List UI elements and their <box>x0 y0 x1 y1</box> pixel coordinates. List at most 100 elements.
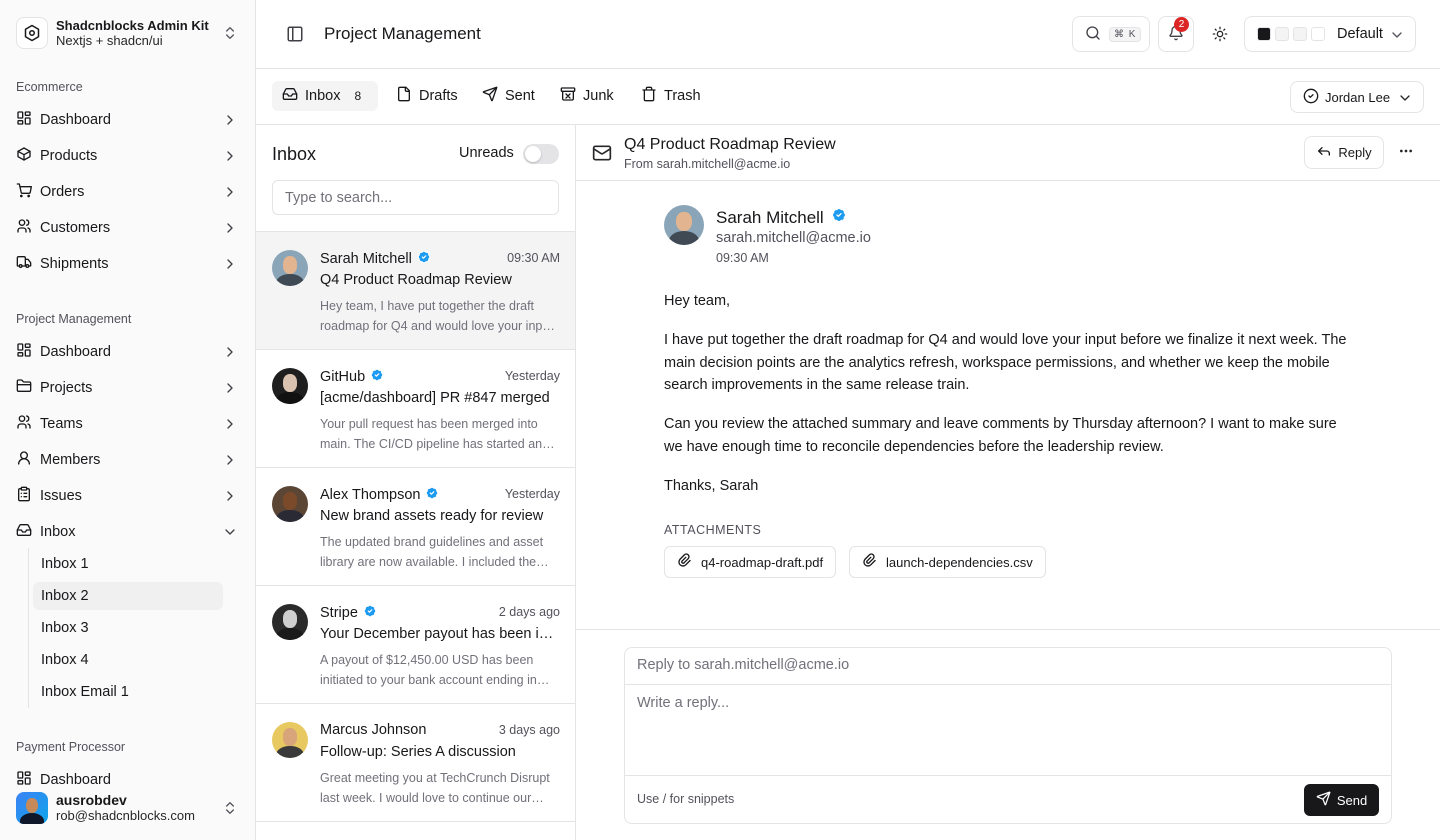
list-item[interactable]: Stripe 2 days ago Your December payout h… <box>256 585 575 703</box>
chevron-down-icon <box>1397 90 1413 109</box>
verified-badge-icon <box>831 207 847 228</box>
tab-drafts[interactable]: Drafts <box>386 81 468 111</box>
mail-list-pane: Inbox Unreads Sarah Mitchell 09:30 AM Q4… <box>256 125 576 840</box>
sidebar-item-shipments[interactable]: Shipments <box>8 248 246 280</box>
sidebar-sub-inbox-email-1[interactable]: Inbox Email 1 <box>33 678 223 706</box>
attachment-chip[interactable]: q4-roadmap-draft.pdf <box>664 546 837 578</box>
group-label-ecommerce: Ecommerce <box>16 80 83 94</box>
user-name: ausrobdev <box>56 792 127 808</box>
swatch-white <box>1311 27 1325 41</box>
inbox-icon <box>282 86 298 106</box>
sidebar-sub-inbox-1[interactable]: Inbox 1 <box>33 550 223 578</box>
list-icon <box>16 486 32 506</box>
workspace-switcher[interactable]: Shadcnblocks Admin Kit Nextjs + shadcn/u… <box>16 16 240 50</box>
inbox-icon <box>16 522 32 542</box>
mail-icon <box>592 143 612 166</box>
sidebar-item-label: Products <box>40 148 98 164</box>
user-menu[interactable]: ausrobdev rob@shadcnblocks.com <box>16 790 240 826</box>
sidebar-item-teams[interactable]: Teams <box>8 408 246 440</box>
swatch-muted <box>1293 27 1307 41</box>
sidebar-item-products[interactable]: Products <box>8 140 246 172</box>
mail-time: Yesterday <box>504 487 560 501</box>
mail-folder-tabs: Inbox 8 Drafts Sent Junk Trash Jordan Le… <box>256 69 1440 125</box>
mail-greeting: Hey team, <box>664 293 731 309</box>
tab-trash[interactable]: Trash <box>631 81 711 111</box>
sidebar-item-members[interactable]: Members <box>8 444 246 476</box>
mail-sender: Stripe <box>320 605 358 621</box>
sender-time: 09:30 AM <box>716 251 769 265</box>
unreads-toggle[interactable] <box>523 144 559 164</box>
sidebar-item-label: Issues <box>40 488 82 504</box>
avatar <box>272 604 308 640</box>
chevron-updown-icon <box>222 800 238 819</box>
theme-label: Default <box>1337 26 1383 42</box>
attachment-chip[interactable]: launch-dependencies.csv <box>849 546 1046 578</box>
mail-subject: New brand assets ready for review <box>320 508 544 524</box>
account-select[interactable]: Jordan Lee <box>1290 81 1424 113</box>
submenu-guide-line <box>28 548 29 708</box>
mail-signoff: Thanks, Sarah <box>664 478 759 494</box>
mail-sender: Alex Thompson <box>320 487 421 503</box>
shortcut-kbd: ⌘ K <box>1109 26 1142 42</box>
tab-sent[interactable]: Sent <box>472 81 545 111</box>
paperclip-icon <box>862 553 878 572</box>
sender-name: Sarah Mitchell <box>716 207 824 227</box>
sidebar-sub-inbox-3[interactable]: Inbox 3 <box>33 614 223 642</box>
archive-x-icon <box>560 86 576 106</box>
sidebar-item-label: Teams <box>40 416 83 432</box>
sidebar-toggle-icon[interactable] <box>286 25 304 46</box>
tab-label: Inbox <box>305 88 341 104</box>
sidebar-item-issues[interactable]: Issues <box>8 480 246 512</box>
list-item[interactable]: Sarah Mitchell 09:30 AM Q4 Product Roadm… <box>256 231 575 349</box>
reader-from-line: From sarah.mitchell@acme.io <box>624 157 791 171</box>
more-options-icon[interactable] <box>1398 143 1414 162</box>
mail-preview: Great meeting you at TechCrunch Disrupt … <box>320 771 550 805</box>
mail-sender: Marcus Johnson <box>320 722 427 738</box>
chevron-right-icon <box>222 220 238 240</box>
theme-select[interactable]: Default <box>1244 16 1416 52</box>
sidebar-item-ecommerce-dashboard[interactable]: Dashboard <box>8 104 246 136</box>
account-name: Jordan Lee <box>1325 89 1391 105</box>
reply-textarea[interactable] <box>625 685 1391 775</box>
reply-button[interactable]: Reply <box>1304 136 1384 169</box>
mail-preview: Your pull request has been merged into m… <box>320 417 550 451</box>
sidebar-item-orders[interactable]: Orders <box>8 176 246 208</box>
sidebar-item-pm-dashboard[interactable]: Dashboard <box>8 336 246 368</box>
chevron-right-icon <box>222 488 238 508</box>
verified-badge-icon <box>417 250 431 268</box>
avatar <box>272 722 308 758</box>
notification-badge: 2 <box>1174 17 1189 32</box>
swatch-light <box>1275 27 1289 41</box>
tab-inbox[interactable]: Inbox 8 <box>272 81 378 111</box>
user-email: rob@shadcnblocks.com <box>56 808 195 823</box>
chevron-right-icon <box>222 148 238 168</box>
chevron-updown-icon <box>222 25 238 44</box>
layout-dashboard-icon <box>16 110 32 130</box>
notifications-button[interactable]: 2 <box>1158 16 1194 52</box>
sidebar-item-label: Inbox <box>40 524 76 540</box>
list-item[interactable]: Alex Thompson Yesterday New brand assets… <box>256 467 575 585</box>
sidebar-item-inbox[interactable]: Inbox <box>8 516 246 548</box>
tab-junk[interactable]: Junk <box>550 81 624 111</box>
send-icon <box>1316 791 1331 809</box>
chevron-right-icon <box>222 452 238 472</box>
file-icon <box>396 86 412 106</box>
send-button[interactable]: Send <box>1304 784 1379 816</box>
sidebar-sub-inbox-4[interactable]: Inbox 4 <box>33 646 223 674</box>
list-item[interactable]: Marcus Johnson 3 days ago Follow-up: Ser… <box>256 703 575 821</box>
avatar <box>16 792 48 824</box>
sun-icon[interactable] <box>1212 26 1228 45</box>
sidebar-item-customers[interactable]: Customers <box>8 212 246 244</box>
send-icon <box>482 86 498 106</box>
chevron-right-icon <box>222 184 238 204</box>
list-item[interactable]: GitHub Yesterday [acme/dashboard] PR #84… <box>256 349 575 467</box>
mail-time: Yesterday <box>504 369 560 383</box>
chevron-right-icon <box>222 256 238 276</box>
search-input[interactable] <box>272 180 559 215</box>
search-button[interactable]: ⌘ K <box>1072 16 1150 52</box>
user-icon <box>16 450 32 470</box>
layout-dashboard-icon <box>16 342 32 362</box>
sidebar-item-projects[interactable]: Projects <box>8 372 246 404</box>
check-circle-icon <box>1303 88 1319 107</box>
sidebar-sub-inbox-2[interactable]: Inbox 2 <box>33 582 223 610</box>
